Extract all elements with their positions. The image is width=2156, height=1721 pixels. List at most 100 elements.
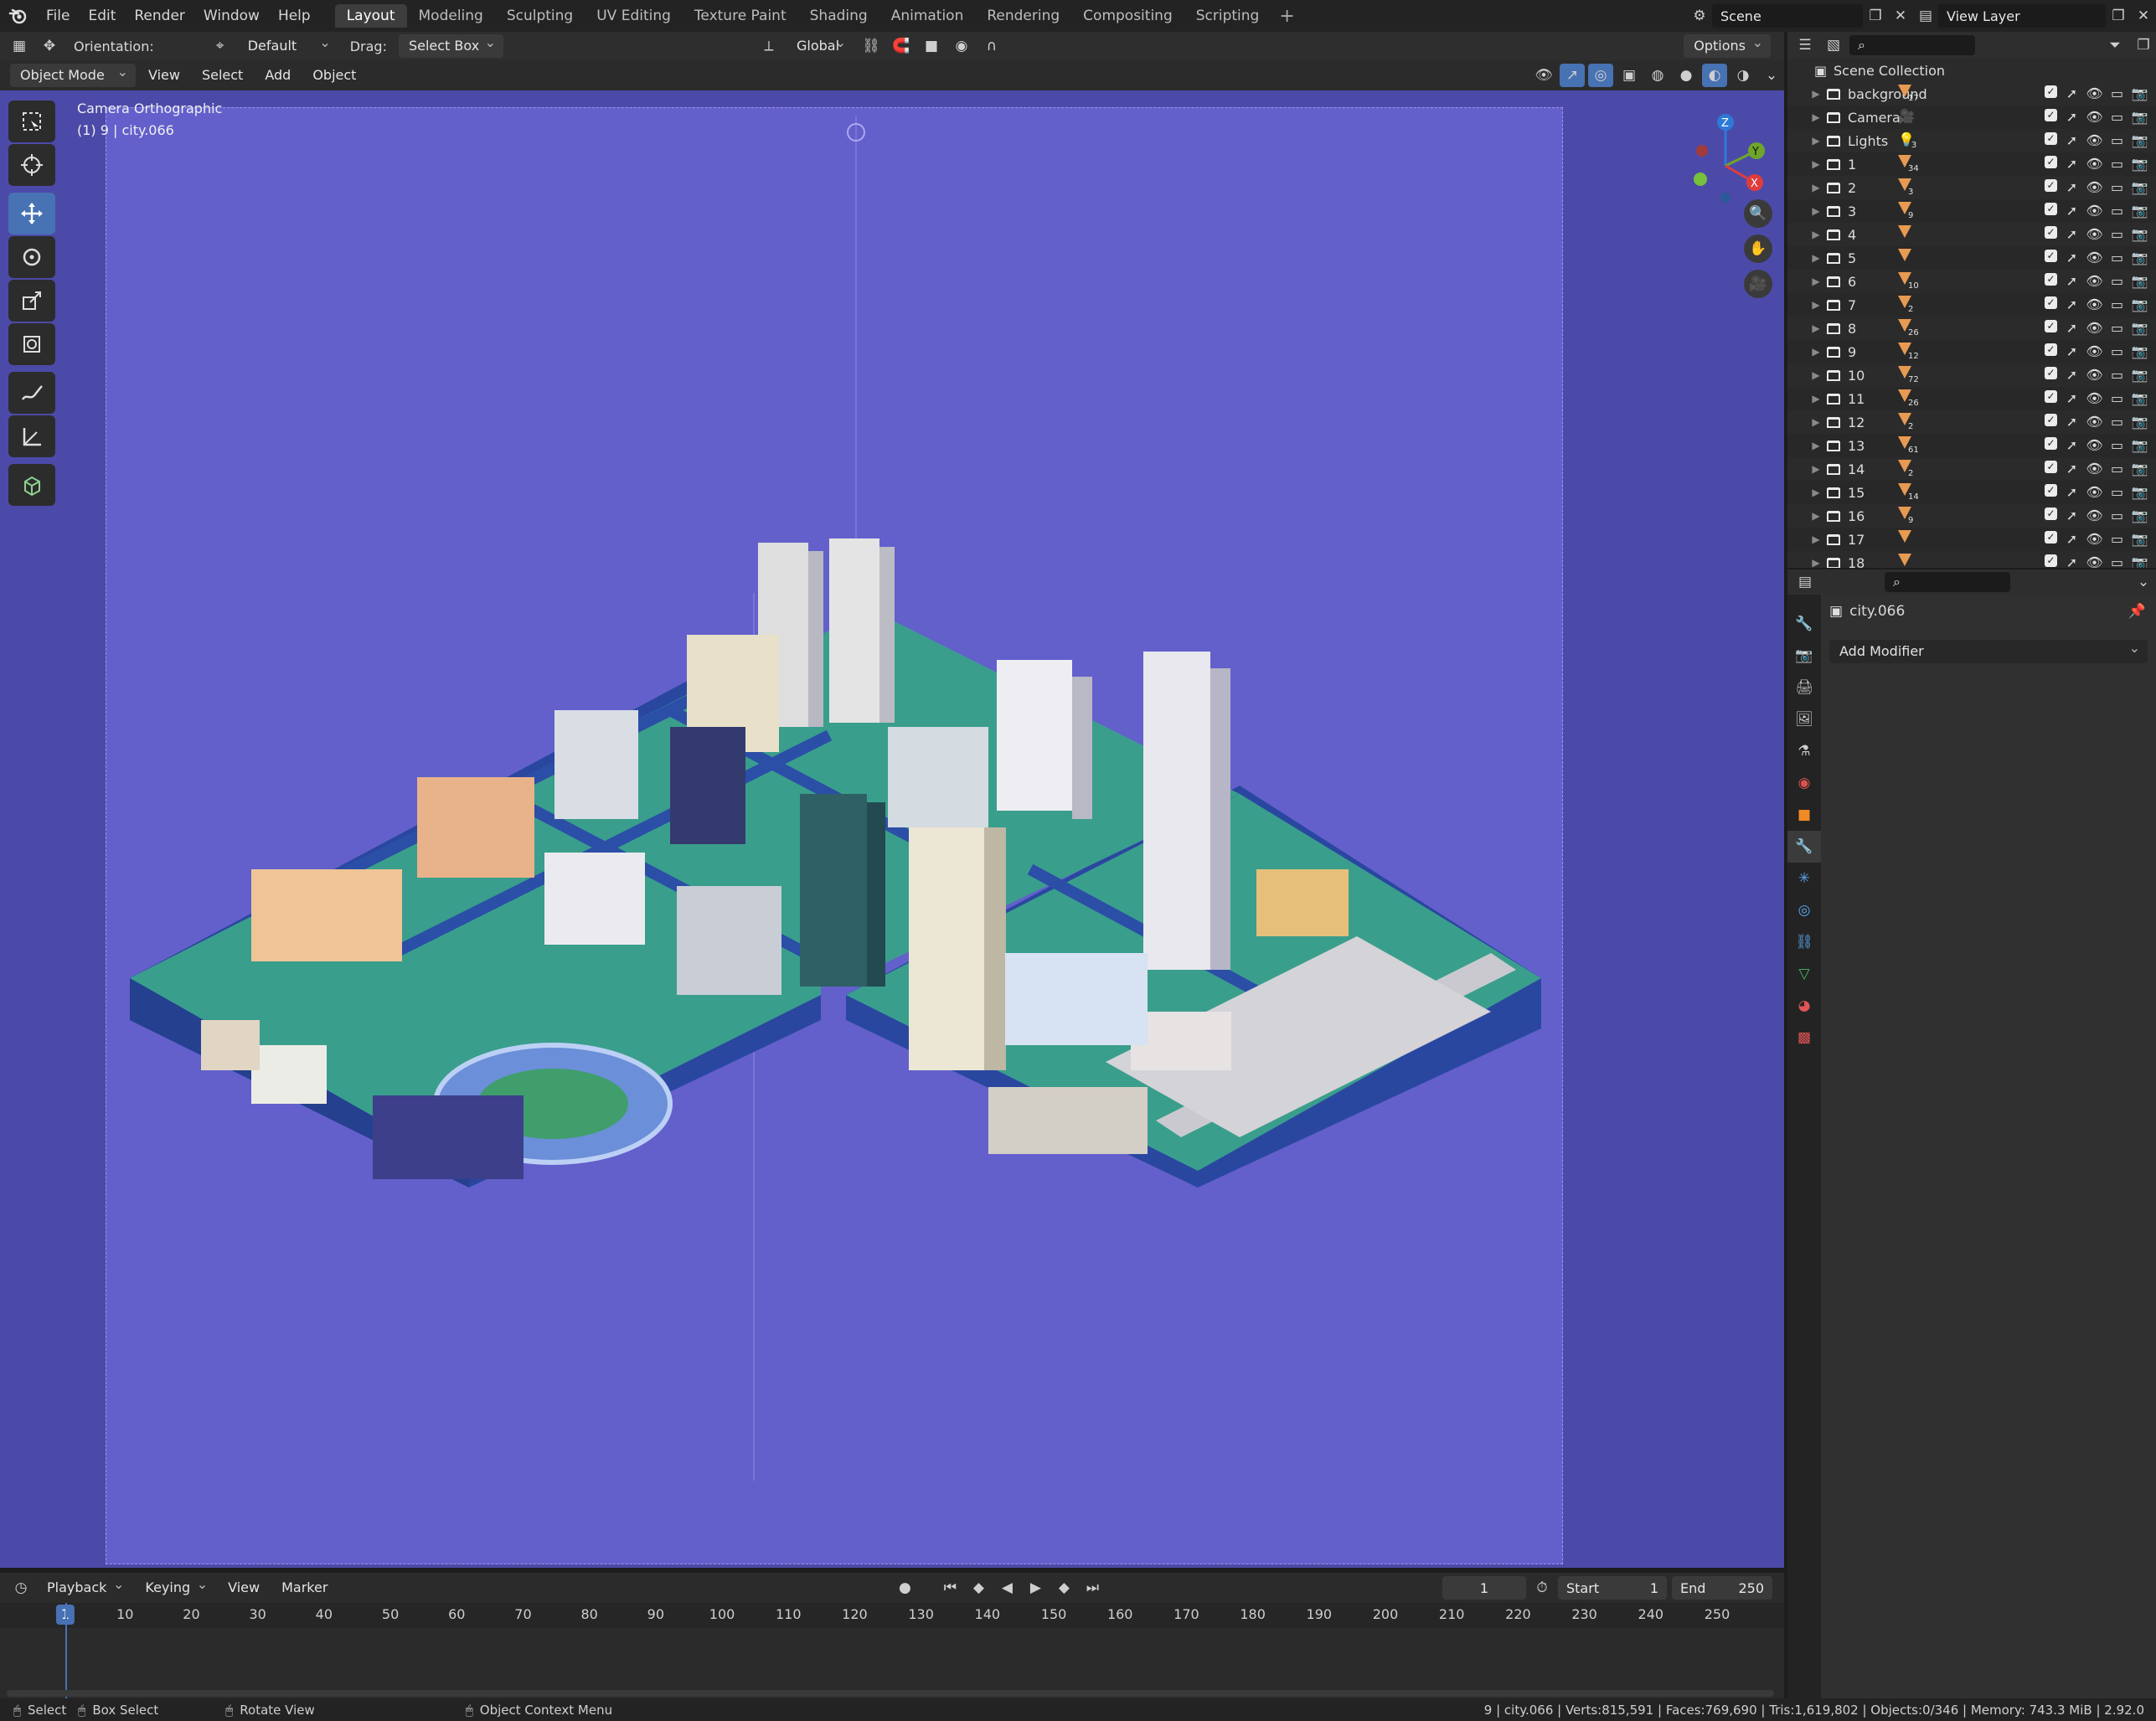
outliner-search-input[interactable]: ⌕ <box>1849 35 1975 55</box>
view-layer-tab-icon[interactable]: 🖼 <box>1787 703 1821 735</box>
outliner-row[interactable]: ▶ 4 ✓ ➚ 👁 ▭ 📷 <box>1787 223 2156 246</box>
render-disable-icon[interactable]: 📷 <box>2132 226 2148 242</box>
viewport-disable-icon[interactable]: ▭ <box>2109 273 2125 289</box>
viewport-disable-icon[interactable]: ▭ <box>2109 132 2125 148</box>
texture-tab-icon[interactable]: ▩ <box>1787 1022 1821 1054</box>
orientation-dropdown[interactable]: Default <box>238 31 338 58</box>
render-disable-icon[interactable]: 📷 <box>2132 273 2148 289</box>
scene-selector-icon[interactable]: ⚙ <box>1687 4 1712 28</box>
frame-ruler[interactable]: 1102030405060708090100110120130140150160… <box>0 1603 1784 1628</box>
expand-arrow-icon[interactable]: ▶ <box>1808 276 1824 287</box>
outliner-row[interactable]: ▶ 15 14 ✓ ➚ 👁 ▭ 📷 <box>1787 481 2156 504</box>
pivot-point-icon[interactable]: ⛓ <box>859 34 884 58</box>
snap-target-icon[interactable]: ■ <box>919 34 944 58</box>
outliner-row[interactable]: ▶ 14 2 ✓ ➚ 👁 ▭ 📷 <box>1787 457 2156 481</box>
hide-eye-icon[interactable]: 👁 <box>2086 226 2102 242</box>
hide-eye-icon[interactable]: 👁 <box>2086 367 2102 383</box>
render-disable-icon[interactable]: 📷 <box>2132 85 2148 101</box>
editor-type-icon[interactable]: ▦ <box>7 34 32 58</box>
selectable-arrow-icon[interactable]: ➚ <box>2064 437 2080 453</box>
render-disable-icon[interactable]: 📷 <box>2132 132 2148 148</box>
viewport-disable-icon[interactable]: ▭ <box>2109 296 2125 312</box>
selectable-arrow-icon[interactable]: ➚ <box>2064 250 2080 265</box>
hide-eye-icon[interactable]: 👁 <box>2086 437 2102 453</box>
properties-editor-icon[interactable]: ▤ <box>1792 570 1818 594</box>
hide-eye-icon[interactable]: 👁 <box>2086 414 2102 430</box>
expand-arrow-icon[interactable]: ▶ <box>1808 369 1824 381</box>
render-disable-icon[interactable]: 📷 <box>2132 320 2148 336</box>
exclude-checkbox[interactable]: ✓ <box>2045 109 2057 121</box>
hide-eye-icon[interactable]: 👁 <box>2086 461 2102 477</box>
render-disable-icon[interactable]: 📷 <box>2132 250 2148 265</box>
exclude-checkbox[interactable]: ✓ <box>2045 484 2057 497</box>
scene-collection-row[interactable]: ▣ Scene Collection <box>1787 59 2156 82</box>
workspace-tab-shading[interactable]: Shading <box>798 4 879 28</box>
outliner-row[interactable]: ▶ Lights 💡3 ✓ ➚ 👁 ▭ 📷 <box>1787 129 2156 152</box>
viewport-disable-icon[interactable]: ▭ <box>2109 320 2125 336</box>
selectable-arrow-icon[interactable]: ➚ <box>2064 179 2080 195</box>
viewport-menu-view[interactable]: View <box>139 64 189 87</box>
exclude-checkbox[interactable]: ✓ <box>2045 226 2057 239</box>
hide-eye-icon[interactable]: 👁 <box>2086 343 2102 359</box>
render-disable-icon[interactable]: 📷 <box>2132 109 2148 125</box>
viewport-disable-icon[interactable]: ▭ <box>2109 203 2125 219</box>
view-layer-selector-icon[interactable]: ▤ <box>1913 4 1938 28</box>
selectable-arrow-icon[interactable]: ➚ <box>2064 85 2080 101</box>
snap-icon[interactable]: 🧲 <box>889 34 914 58</box>
viewport-menu-object[interactable]: Object <box>303 64 365 87</box>
play-icon[interactable]: ▶ <box>1023 1576 1048 1600</box>
menu-help[interactable]: Help <box>269 0 320 32</box>
selectable-arrow-icon[interactable]: ➚ <box>2064 508 2080 523</box>
hide-eye-icon[interactable]: 👁 <box>2086 203 2102 219</box>
viewport-disable-icon[interactable]: ▭ <box>2109 367 2125 383</box>
exclude-checkbox[interactable]: ✓ <box>2045 414 2057 426</box>
exclude-checkbox[interactable]: ✓ <box>2045 343 2057 356</box>
exclude-checkbox[interactable]: ✓ <box>2045 320 2057 332</box>
exclude-checkbox[interactable]: ✓ <box>2045 437 2057 450</box>
scene-field[interactable]: Scene <box>1712 4 1863 28</box>
drag-dropdown[interactable]: Select Box <box>398 31 503 58</box>
exclude-checkbox[interactable]: ✓ <box>2045 508 2057 520</box>
view-layer-field[interactable]: View Layer <box>1938 4 2106 28</box>
keying-menu[interactable]: Keying <box>135 1573 215 1600</box>
selectable-arrow-icon[interactable]: ➚ <box>2064 554 2080 568</box>
exclude-checkbox[interactable]: ✓ <box>2045 132 2057 145</box>
workspace-tab-animation[interactable]: Animation <box>879 4 976 28</box>
hide-eye-icon[interactable]: 👁 <box>2086 250 2102 265</box>
render-disable-icon[interactable]: 📷 <box>2132 367 2148 383</box>
outliner-row[interactable]: ▶ 10 72 ✓ ➚ 👁 ▭ 📷 <box>1787 363 2156 387</box>
render-tab-icon[interactable]: 📷 <box>1787 640 1821 672</box>
selectable-arrow-icon[interactable]: ➚ <box>2064 414 2080 430</box>
exclude-checkbox[interactable]: ✓ <box>2045 85 2057 98</box>
hide-eye-icon[interactable]: 👁 <box>2086 109 2102 125</box>
hide-eye-icon[interactable]: 👁 <box>2086 508 2102 523</box>
menu-render[interactable]: Render <box>125 0 194 32</box>
material-shading-icon[interactable]: ◐ <box>1702 64 1727 87</box>
delete-view-layer-icon[interactable]: ✕ <box>2131 4 2156 28</box>
prev-keyframe-icon[interactable]: ◆ <box>966 1576 991 1600</box>
3d-viewport[interactable]: Camera Orthographic (1) 9 | city.066 Z Y… <box>0 90 1784 1568</box>
selectable-arrow-icon[interactable]: ➚ <box>2064 461 2080 477</box>
exclude-checkbox[interactable]: ✓ <box>2045 203 2057 215</box>
viewport-disable-icon[interactable]: ▭ <box>2109 226 2125 242</box>
gizmo-toggle-icon[interactable]: ↗ <box>1560 64 1585 87</box>
expand-arrow-icon[interactable]: ▶ <box>1808 299 1824 311</box>
workspace-tab-layout[interactable]: Layout <box>334 4 407 28</box>
marker-menu[interactable]: Marker <box>272 1576 337 1600</box>
selectable-arrow-icon[interactable]: ➚ <box>2064 296 2080 312</box>
mode-dropdown[interactable]: Object Mode <box>10 60 136 87</box>
viewport-disable-icon[interactable]: ▭ <box>2109 109 2125 125</box>
selectable-arrow-icon[interactable]: ➚ <box>2064 226 2080 242</box>
outliner-row[interactable]: ▶ 5 ✓ ➚ 👁 ▭ 📷 <box>1787 246 2156 270</box>
hide-eye-icon[interactable]: 👁 <box>2086 484 2102 500</box>
outliner-row[interactable]: ▶ 8 26 ✓ ➚ 👁 ▭ 📷 <box>1787 317 2156 340</box>
viewport-disable-icon[interactable]: ▭ <box>2109 343 2125 359</box>
rendered-shading-icon[interactable]: ◑ <box>1730 64 1756 87</box>
workspace-tab-scripting[interactable]: Scripting <box>1184 4 1271 28</box>
outliner-row[interactable]: ▶ Camera 🎥 ✓ ➚ 👁 ▭ 📷 <box>1787 106 2156 129</box>
next-keyframe-icon[interactable]: ◆ <box>1051 1576 1076 1600</box>
render-disable-icon[interactable]: 📷 <box>2132 414 2148 430</box>
outliner-row[interactable]: ▶ 11 26 ✓ ➚ 👁 ▭ 📷 <box>1787 387 2156 410</box>
hide-eye-icon[interactable]: 👁 <box>2086 554 2102 568</box>
outliner-row[interactable]: ▶ 6 10 ✓ ➚ 👁 ▭ 📷 <box>1787 270 2156 293</box>
